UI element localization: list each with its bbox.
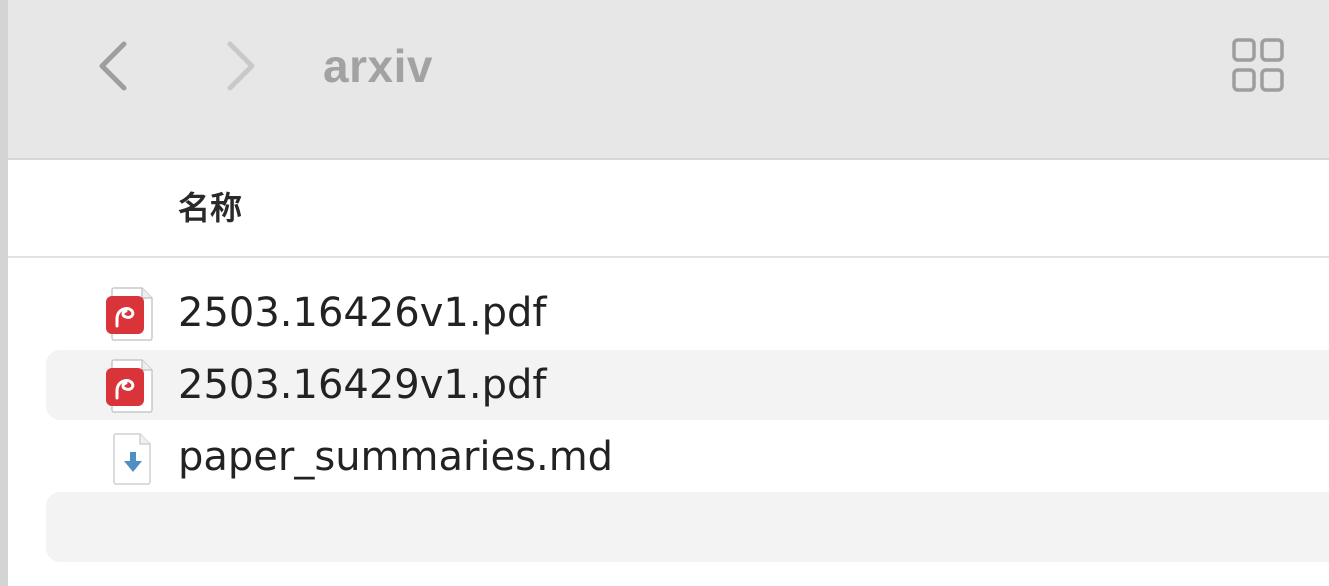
file-row[interactable]: 2503.16429v1.pdf [46,350,1329,420]
file-row[interactable]: 2503.16426v1.pdf [46,278,1329,348]
empty-row [46,492,1329,562]
file-name: paper_summaries.md [178,434,614,480]
grid-view-icon [1232,38,1284,92]
markdown-file-icon [113,433,151,485]
folder-title: arxiv [323,40,433,92]
view-mode-button[interactable] [1226,36,1290,96]
toolbar: arxiv [8,0,1329,160]
finder-window: arxiv 名称 2503.16426v1.pdf 2503.16429v1.p… [0,0,1329,586]
forward-button[interactable] [216,36,266,96]
name-column-header[interactable]: 名称 [178,188,242,228]
pdf-icon [106,359,153,413]
chevron-right-icon [227,41,255,91]
file-row[interactable]: paper_summaries.md [46,422,1329,492]
pdf-icon [106,287,153,341]
file-name: 2503.16429v1.pdf [178,362,547,408]
list-header: 名称 [8,160,1329,258]
back-button[interactable] [88,36,138,96]
chevron-left-icon [99,41,127,91]
file-name: 2503.16426v1.pdf [178,290,547,336]
